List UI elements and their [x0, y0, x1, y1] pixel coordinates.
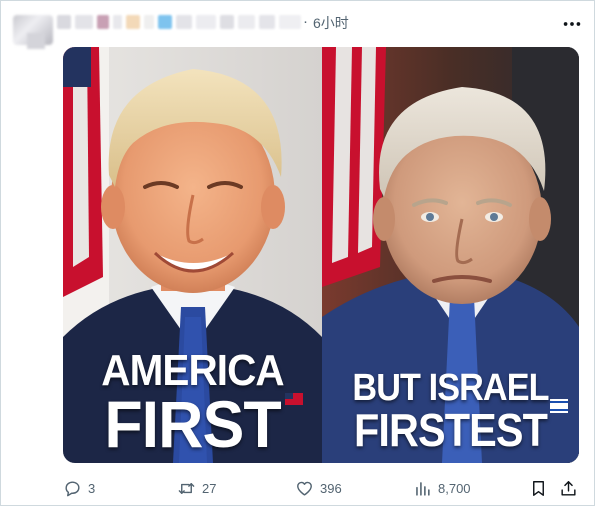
heart-icon	[297, 481, 312, 496]
reply-count: 3	[88, 480, 96, 496]
repost-button[interactable]: 27	[177, 475, 216, 501]
reply-button[interactable]: 3	[63, 475, 95, 501]
like-button[interactable]: 396	[295, 475, 342, 501]
caption-right-line2: FIRSTEST	[354, 404, 548, 456]
repost-count: 27	[202, 480, 217, 496]
bookmark-button[interactable]	[529, 475, 548, 501]
share-button[interactable]	[559, 475, 578, 501]
share-icon	[561, 480, 576, 496]
image-left-panel: AMERICA FIRST	[63, 47, 322, 463]
reply-icon	[65, 480, 80, 496]
more-horizontal-icon[interactable]	[561, 13, 583, 35]
views-chart-icon	[416, 481, 430, 496]
caption-right-line1: BUT ISRAEL	[352, 367, 549, 409]
views-button[interactable]: 8,700	[413, 475, 471, 501]
post-image[interactable]: AMERICA FIRST BUT ISRAEL FIRSTEST	[63, 47, 579, 463]
author-name-blurred[interactable]	[57, 15, 302, 31]
avatar[interactable]	[13, 15, 53, 49]
separator-dot: ·	[303, 13, 308, 30]
tweet-card: · 6小时 AMERICA FIRST BUT ISRAEL FIRSTEST …	[0, 0, 595, 506]
bookmark-icon	[533, 480, 544, 496]
like-count: 396	[320, 480, 342, 496]
post-timestamp[interactable]: 6小时	[313, 13, 349, 33]
caption-left-line2: FIRST	[104, 387, 281, 461]
repost-icon	[178, 482, 195, 494]
image-right-panel: BUT ISRAEL FIRSTEST	[322, 47, 579, 463]
action-bar: 3 27 396 8,700	[63, 475, 579, 501]
view-count: 8,700	[438, 480, 471, 496]
